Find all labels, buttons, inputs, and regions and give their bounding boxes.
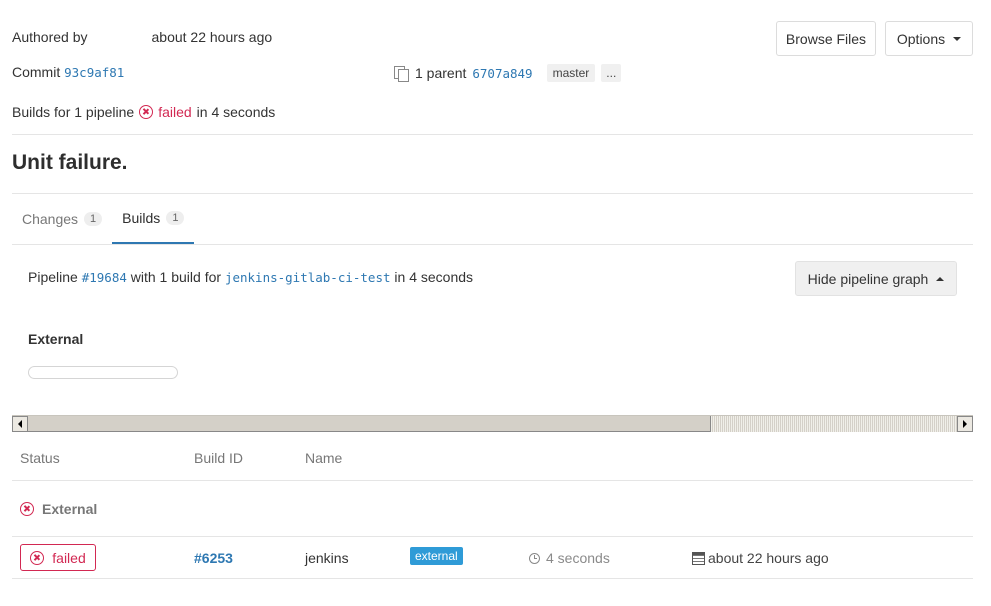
build-finished-text: about 22 hours ago [708,550,829,566]
tab-changes[interactable]: Changes 1 [12,194,112,244]
calendar-icon [692,551,705,565]
builds-summary: Builds for 1 pipeline failed in 4 second… [12,104,275,120]
divider [12,578,973,579]
pipeline-id-link[interactable]: #19684 [82,270,127,285]
builds-summary-status[interactable]: failed [158,104,191,120]
caret-down-icon [953,36,962,41]
stage-group-name: External [42,501,98,517]
build-finished: about 22 hours ago [692,550,829,566]
failed-status-icon [20,502,34,516]
header-name: Name [305,450,343,466]
pipeline-suffix: in 4 seconds [394,269,474,285]
authored-line: Authored by about 22 hours ago [12,29,272,45]
scroll-left-button[interactable] [12,416,28,432]
browse-files-button[interactable]: Browse Files [776,21,876,56]
builds-summary-suffix: in 4 seconds [196,104,276,120]
options-label: Options [896,30,946,47]
commit-line: Commit 93c9af81 [12,64,124,80]
options-dropdown-button[interactable]: Options [885,21,973,56]
build-status-badge[interactable]: failed [20,544,96,571]
build-name: jenkins [305,550,349,566]
more-refs-button[interactable]: ... [601,64,622,82]
copy-icon[interactable] [393,65,409,82]
authored-time: about 22 hours ago [151,29,273,45]
header-build-id: Build ID [194,450,244,466]
build-id-link[interactable]: #6253 [194,550,233,566]
pipeline-ref-link[interactable]: jenkins-gitlab-ci-test [225,270,391,285]
pipeline-info: Pipeline #19684 with 1 build for jenkins… [28,269,473,285]
commit-title: Unit failure. [12,151,128,174]
build-tag-badge: external [410,547,463,565]
failed-status-icon [139,105,154,119]
builds-summary-prefix: Builds for 1 pipeline [12,104,135,120]
hide-pipeline-graph-label: Hide pipeline graph [807,270,929,287]
build-duration: 4 seconds [529,550,610,566]
header-status: Status [20,450,60,466]
stage-name: External [28,331,84,347]
divider [12,480,973,481]
horizontal-scrollbar[interactable] [12,415,973,432]
tab-builds-count: 1 [166,211,185,225]
scroll-right-button[interactable] [957,416,973,432]
authored-by-label: Authored by [12,29,88,45]
pipeline-middle: with 1 build for [130,269,222,285]
parent-line: 1 parent 6707a849 master ... [393,64,622,82]
commit-label: Commit [12,64,61,80]
tab-builds-label: Builds [122,210,161,226]
browse-files-label: Browse Files [785,30,867,47]
pipeline-prefix: Pipeline [28,269,78,285]
branch-badge[interactable]: master [546,64,596,82]
stage-group-row: External [20,501,97,517]
failed-status-icon [30,550,45,565]
divider [12,536,973,537]
arrow-right-icon [963,420,967,428]
commit-sha[interactable]: 93c9af81 [64,65,124,80]
arrow-left-icon [18,420,22,428]
parent-sha[interactable]: 6707a849 [472,66,532,81]
caret-up-icon [936,276,945,281]
divider [12,244,973,245]
pipeline-job-pill[interactable] [28,366,178,379]
parent-label: 1 parent [415,65,467,81]
build-duration-text: 4 seconds [546,550,610,566]
tab-changes-label: Changes [22,211,79,227]
scrollbar-thumb[interactable] [28,416,711,432]
divider [12,134,973,135]
hide-pipeline-graph-button[interactable]: Hide pipeline graph [795,261,957,296]
tab-builds[interactable]: Builds 1 [112,194,195,244]
clock-icon [529,552,540,564]
commit-tabs: Changes 1 Builds 1 [12,194,195,245]
tab-changes-count: 1 [84,212,103,226]
build-status-label: failed [52,549,86,566]
